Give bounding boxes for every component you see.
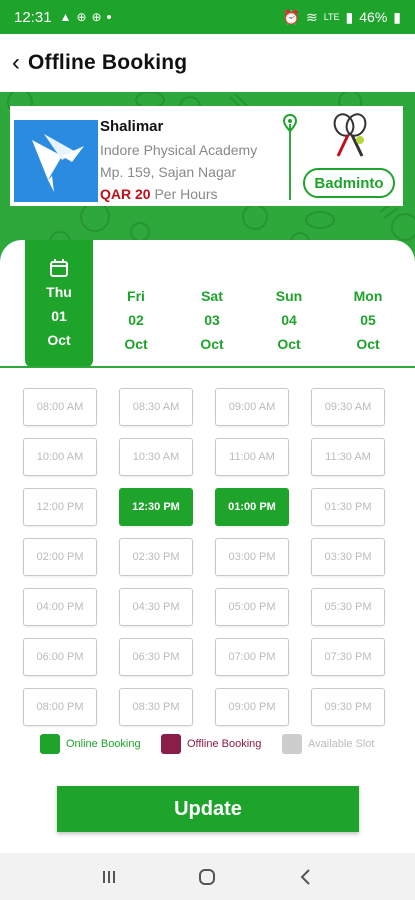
lte-label: LTE (323, 12, 340, 22)
day-number: 01 (51, 308, 67, 324)
time-slot[interactable]: 11:00 AM (215, 438, 289, 476)
date-selector: Thu 01 Oct Fri 02 Oct Sat 03 Oct Sun 04 … (0, 240, 415, 370)
recent-apps-icon[interactable] (94, 862, 124, 892)
time-slot[interactable]: 11:30 AM (311, 438, 385, 476)
available-swatch (282, 734, 302, 754)
offline-swatch (161, 734, 181, 754)
location-pin-icon (282, 114, 298, 133)
price-text: QAR 20 Per Hours (100, 186, 218, 202)
month-name: Oct (277, 336, 301, 352)
day-name: Mon (353, 288, 383, 304)
academy-logo (14, 110, 98, 202)
sport-button[interactable]: Badminto (303, 168, 395, 198)
battery-icon: ▮ (393, 8, 401, 25)
time-slot[interactable]: 02:00 PM (23, 538, 97, 576)
price-unit: Per Hours (154, 186, 218, 202)
time-slot[interactable]: 08:00 PM (23, 688, 97, 726)
back-nav-icon[interactable] (291, 862, 321, 892)
month-name: Oct (124, 336, 148, 352)
time-slot[interactable]: 07:30 PM (311, 638, 385, 676)
legend-offline-label: Offline Booking (187, 738, 262, 750)
time-slot[interactable]: 09:00 AM (215, 388, 289, 426)
online-swatch (40, 734, 60, 754)
date-item[interactable]: Fri 02 Oct (102, 240, 170, 368)
time-slot[interactable]: 09:00 PM (215, 688, 289, 726)
notification-icon: ▲ (59, 10, 72, 24)
time-slot[interactable]: 01:00 PM (215, 488, 289, 526)
legend-online: Online Booking (40, 734, 141, 754)
time-slot[interactable]: 09:30 PM (311, 688, 385, 726)
app-header: ‹ Offline Booking (0, 34, 415, 92)
badminton-racket-icon (333, 113, 367, 157)
status-time: 12:31 (14, 8, 52, 26)
notification-icons: ▲ ⊕ ⊕ (60, 10, 111, 24)
day-name: Sat (201, 288, 223, 304)
time-slot[interactable]: 08:00 AM (23, 388, 97, 426)
time-slot[interactable]: 10:30 AM (119, 438, 193, 476)
venue-address: Mp. 159, Sajan Nagar (100, 164, 237, 180)
academy-name: Indore Physical Academy (100, 142, 258, 158)
time-slot[interactable]: 05:00 PM (215, 588, 289, 626)
day-name: Sun (275, 288, 303, 304)
legend-offline: Offline Booking (161, 734, 261, 754)
calendar-icon (50, 259, 68, 277)
day-number: 03 (204, 312, 220, 328)
day-name: Thu (46, 284, 72, 300)
time-slot[interactable]: 07:00 PM (215, 638, 289, 676)
time-slot[interactable]: 12:00 PM (23, 488, 97, 526)
month-name: Oct (200, 336, 224, 352)
date-item[interactable]: Thu 01 Oct (25, 240, 93, 368)
update-button[interactable]: Update (57, 786, 359, 832)
date-item[interactable]: Sat 03 Oct (178, 240, 246, 368)
day-name: Fri (127, 288, 145, 304)
time-slot[interactable]: 04:30 PM (119, 588, 193, 626)
divider-line (289, 124, 291, 200)
sports-icon: ⊕ (91, 10, 102, 24)
wifi-icon: ≋ (305, 8, 318, 25)
legend: Online Booking Offline Booking Available… (40, 734, 400, 758)
time-slot[interactable]: 08:30 AM (119, 388, 193, 426)
day-number: 05 (360, 312, 376, 328)
time-slot[interactable]: 01:30 PM (311, 488, 385, 526)
date-item[interactable]: Mon 05 Oct (334, 240, 402, 368)
time-slot[interactable]: 09:30 AM (311, 388, 385, 426)
page-title: Offline Booking (28, 51, 188, 74)
date-divider (0, 366, 415, 368)
venue-card[interactable]: Shalimar Indore Physical Academy Mp. 159… (10, 106, 403, 206)
month-name: Oct (47, 332, 71, 348)
time-slot[interactable]: 05:30 PM (311, 588, 385, 626)
time-slot[interactable]: 08:30 PM (119, 688, 193, 726)
status-right: ⏰ ≋ LTE ▮ 46% ▮ (283, 9, 401, 26)
day-number: 02 (128, 312, 144, 328)
status-bar: 12:31 ▲ ⊕ ⊕ ⏰ ≋ LTE ▮ 46% ▮ (0, 0, 415, 34)
legend-online-label: Online Booking (66, 738, 141, 750)
bird-logo-icon (32, 134, 84, 192)
time-slot[interactable]: 12:30 PM (119, 488, 193, 526)
time-slot[interactable]: 02:30 PM (119, 538, 193, 576)
month-name: Oct (356, 336, 380, 352)
price-amount: QAR 20 (100, 186, 151, 202)
system-nav-bar (0, 853, 415, 900)
legend-available: Available Slot (282, 734, 374, 754)
time-slot[interactable]: 03:30 PM (311, 538, 385, 576)
battery-text: 46% (359, 9, 388, 25)
time-slot[interactable]: 10:00 AM (23, 438, 97, 476)
dot-icon (106, 15, 111, 19)
alarm-icon: ⏰ (282, 8, 300, 25)
date-item[interactable]: Sun 04 Oct (255, 240, 323, 368)
time-slot[interactable]: 06:30 PM (119, 638, 193, 676)
legend-available-label: Available Slot (308, 738, 375, 750)
signal-icon: ▮ (345, 8, 354, 25)
venue-banner: Shalimar Indore Physical Academy Mp. 159… (0, 92, 415, 262)
venue-name: Shalimar (100, 118, 164, 135)
time-slot[interactable]: 06:00 PM (23, 638, 97, 676)
sports-icon: ⊕ (76, 10, 87, 24)
back-icon[interactable]: ‹ (12, 51, 20, 75)
home-icon[interactable] (192, 862, 222, 892)
day-number: 04 (281, 312, 297, 328)
time-slot[interactable]: 04:00 PM (23, 588, 97, 626)
time-slot[interactable]: 03:00 PM (215, 538, 289, 576)
